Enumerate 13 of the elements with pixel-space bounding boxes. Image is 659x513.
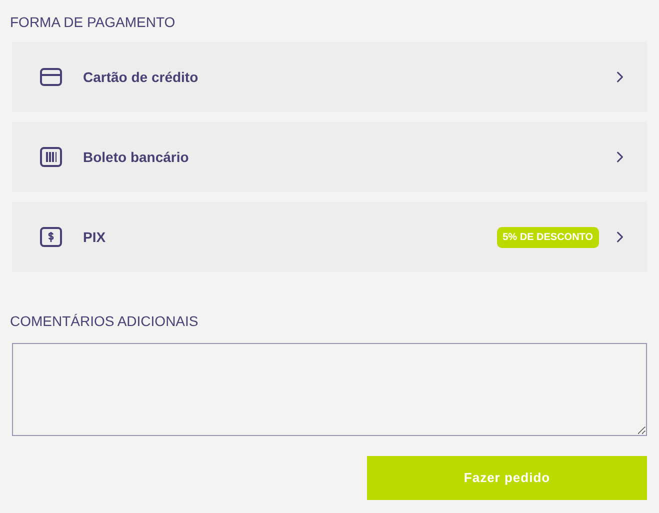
barcode-icon [40,147,62,167]
payment-option-label: Boleto bancário [83,148,189,166]
dollar-icon [40,227,62,247]
payment-option-label: Cartão de crédito [83,68,198,86]
section-heading: COMENTÁRIOS ADICIONAIS [10,312,200,331]
section-heading: FORMA DE PAGAMENTO [10,13,176,32]
credit-card-icon [40,68,62,86]
comments-field[interactable] [12,343,647,436]
payment-option[interactable]: Cartão de crédito [12,42,647,112]
payment-option[interactable]: Boleto bancário [12,122,647,192]
discount-badge: 5% DE DESCONTO [496,226,599,248]
payment-option-label: PIX [83,228,106,246]
payment-option[interactable]: PIX 5% DE DESCONTO [12,202,647,272]
